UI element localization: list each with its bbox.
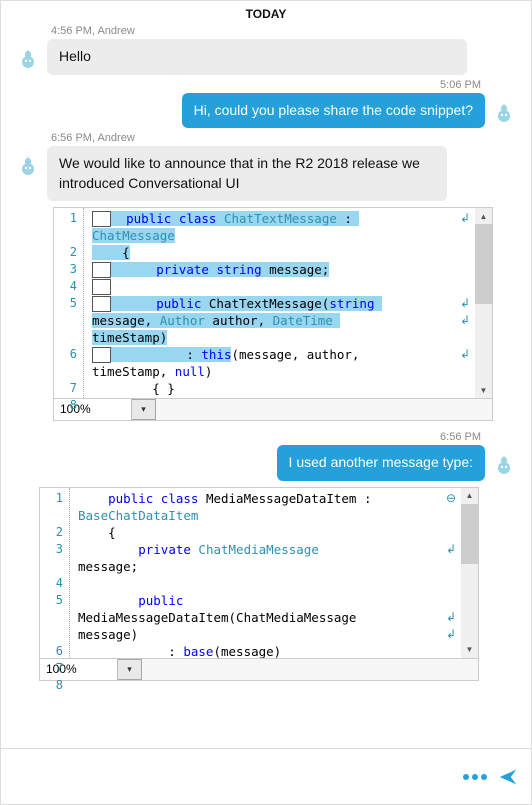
message-meta: 6:56 PM, Andrew [51,132,519,144]
code-body[interactable]: public class MediaMessageDataItem : Base… [70,488,441,658]
code-body[interactable]: public class ChatTextMessage : ChatMessa… [84,208,455,398]
code-snippet-card: 1 2 3 4 5 6 7 8 public class ChatTextMes… [53,207,493,421]
code-gutter: 1 2 3 4 5 6 7 8 [54,208,84,398]
message-meta: 6:56 PM [440,431,481,443]
message-bubble: Hi, could you please share the code snip… [182,93,485,129]
message-bubble: Hello [47,39,467,75]
robot-avatar-icon [491,453,517,479]
date-separator: TODAY [9,1,523,25]
code-snippet-card: 1 2 3 4 5 6 7 8 public class MediaMessag… [39,487,479,681]
message-input[interactable] [13,763,463,791]
scroll-down-icon[interactable]: ▼ [475,382,492,398]
code-scrollbar[interactable]: ▲ ▼ [475,208,492,398]
code-gutter: 1 2 3 4 5 6 7 8 [40,488,70,658]
wrap-arrows: ↲↲↲↲ [455,208,475,398]
more-options-icon[interactable] [463,774,487,780]
code-scrollbar[interactable]: ▲ ▼ [461,488,478,658]
scroll-up-icon[interactable]: ▲ [475,208,492,224]
scroll-up-icon[interactable]: ▲ [461,488,478,504]
zoom-dropdown-button[interactable]: ▾ [118,659,142,680]
zoom-dropdown-button[interactable]: ▾ [132,399,156,420]
robot-avatar-icon [491,101,517,127]
message-bubble: I used another message type: [277,445,485,481]
robot-avatar-icon [15,47,41,73]
message-bubble: We would like to announce that in the R2… [47,146,447,201]
wrap-arrows: ⊖↲↲↲ [441,488,461,658]
message-meta: 4:56 PM, Andrew [51,25,519,37]
message-row-incoming: 4:56 PM, Andrew Hello [9,25,523,75]
scroll-down-icon[interactable]: ▼ [461,642,478,658]
message-row-outgoing: 6:56 PM I used another message type: [9,431,523,481]
robot-avatar-icon [15,154,41,180]
chat-scroll-area[interactable]: TODAY 4:56 PM, Andrew Hello 5:06 PM Hi, … [1,1,531,748]
message-meta: 5:06 PM [440,79,481,91]
send-button-icon[interactable] [497,766,519,788]
message-row-incoming: 6:56 PM, Andrew We would like to announc… [9,132,523,201]
message-input-bar [1,748,531,804]
message-row-outgoing: 5:06 PM Hi, could you please share the c… [9,79,523,129]
